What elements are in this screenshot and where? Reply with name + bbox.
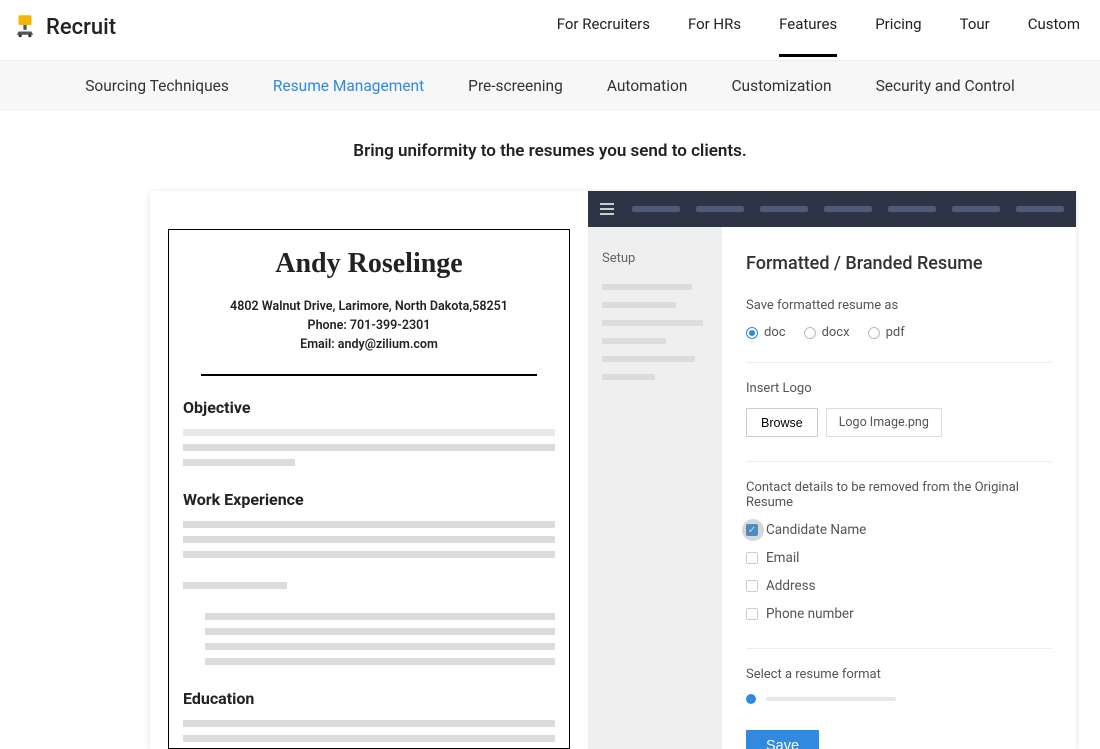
top-bar: Recruit For Recruiters For HRs Features … — [0, 0, 1100, 60]
main-panel: Andy Roselinge 4802 Walnut Drive, Larimo… — [150, 191, 1076, 749]
resume-address: 4802 Walnut Drive, Larimore, North Dakot… — [183, 298, 555, 317]
hamburger-icon[interactable] — [600, 203, 614, 215]
check-address[interactable]: Address — [746, 578, 1052, 594]
select-format-label: Select a resume format — [746, 667, 1052, 682]
sidebar-title: Setup — [602, 251, 708, 266]
resume-phone: Phone: 701-399-2301 — [183, 317, 555, 336]
top-nav: For Recruiters For HRs Features Pricing … — [557, 15, 1080, 39]
chair-icon — [12, 12, 38, 42]
app-top-placeholder — [632, 206, 1064, 212]
divider — [746, 648, 1052, 649]
pulse-indicator — [742, 519, 764, 541]
contact-remove-label: Contact details to be removed from the O… — [746, 480, 1052, 510]
radio-icon — [804, 327, 816, 339]
save-as-label: Save formatted resume as — [746, 298, 1052, 313]
placeholder-block — [183, 613, 555, 665]
brand: Recruit — [12, 12, 116, 42]
resume-page: Andy Roselinge 4802 Walnut Drive, Larimo… — [168, 229, 570, 749]
sidebar-placeholder — [602, 374, 655, 380]
divider — [746, 362, 1052, 363]
format-radio-group: doc docx pdf — [746, 325, 1052, 340]
app-sidebar: Setup — [588, 227, 722, 749]
resume-divider — [201, 374, 537, 376]
nav-features[interactable]: Features — [779, 15, 837, 39]
resume-contact: 4802 Walnut Drive, Larimore, North Dakot… — [183, 298, 555, 354]
check-email[interactable]: Email — [746, 550, 1052, 566]
slider-track — [766, 697, 896, 701]
subnav-security[interactable]: Security and Control — [876, 77, 1015, 95]
page-headline: Bring uniformity to the resumes you send… — [0, 111, 1100, 191]
radio-pdf[interactable]: pdf — [868, 325, 905, 340]
app-panel: Setup Formatted / Branded Resume Save fo… — [588, 191, 1076, 749]
nav-pricing[interactable]: Pricing — [875, 15, 921, 39]
sub-nav: Sourcing Techniques Resume Management Pr… — [0, 60, 1100, 111]
resume-email: Email: andy@zilium.com — [183, 336, 555, 355]
sidebar-placeholder — [602, 338, 666, 344]
save-button[interactable]: Save — [746, 730, 819, 749]
checkbox-icon — [746, 608, 758, 620]
placeholder-block — [183, 429, 555, 466]
placeholder-block — [183, 720, 555, 749]
divider — [746, 461, 1052, 462]
check-phone[interactable]: Phone number — [746, 606, 1052, 622]
resume-name: Andy Roselinge — [183, 248, 555, 280]
radio-doc[interactable]: doc — [746, 325, 786, 340]
app-content: Formatted / Branded Resume Save formatte… — [722, 227, 1076, 749]
resume-section-education: Education — [183, 689, 555, 708]
placeholder-block — [183, 582, 555, 589]
checkbox-icon — [746, 552, 758, 564]
insert-logo-label: Insert Logo — [746, 381, 1052, 396]
subnav-prescreening[interactable]: Pre-screening — [468, 77, 563, 95]
resume-preview: Andy Roselinge 4802 Walnut Drive, Larimo… — [150, 191, 588, 749]
sidebar-placeholder — [602, 284, 692, 290]
sidebar-placeholder — [602, 320, 703, 326]
nav-tour[interactable]: Tour — [960, 15, 990, 39]
logo-filename: Logo Image.png — [826, 408, 942, 437]
format-slider[interactable] — [746, 694, 1052, 704]
app-top-bar — [588, 191, 1076, 227]
resume-section-work: Work Experience — [183, 490, 555, 509]
nav-for-hrs[interactable]: For HRs — [688, 15, 741, 39]
subnav-resume-management[interactable]: Resume Management — [273, 77, 424, 95]
sidebar-placeholder — [602, 356, 695, 362]
app-body: Setup Formatted / Branded Resume Save fo… — [588, 227, 1076, 749]
sidebar-placeholder — [602, 302, 676, 308]
slider-handle-icon — [746, 694, 756, 704]
subnav-sourcing[interactable]: Sourcing Techniques — [85, 77, 229, 95]
nav-for-recruiters[interactable]: For Recruiters — [557, 15, 650, 39]
form-title: Formatted / Branded Resume — [746, 253, 1052, 274]
check-candidate-name[interactable]: ✓ Candidate Name — [746, 522, 1052, 538]
checkbox-icon — [746, 580, 758, 592]
logo-upload-row: Browse Logo Image.png — [746, 408, 1052, 437]
subnav-customization[interactable]: Customization — [731, 77, 831, 95]
nav-custom[interactable]: Custom — [1028, 15, 1080, 39]
radio-icon — [868, 327, 880, 339]
resume-section-objective: Objective — [183, 398, 555, 417]
subnav-automation[interactable]: Automation — [607, 77, 688, 95]
radio-docx[interactable]: docx — [804, 325, 850, 340]
placeholder-block — [183, 521, 555, 558]
contact-remove-list: ✓ Candidate Name Email Address Phone num… — [746, 522, 1052, 622]
radio-icon — [746, 327, 758, 339]
brand-name: Recruit — [46, 15, 116, 40]
browse-button[interactable]: Browse — [746, 408, 818, 437]
